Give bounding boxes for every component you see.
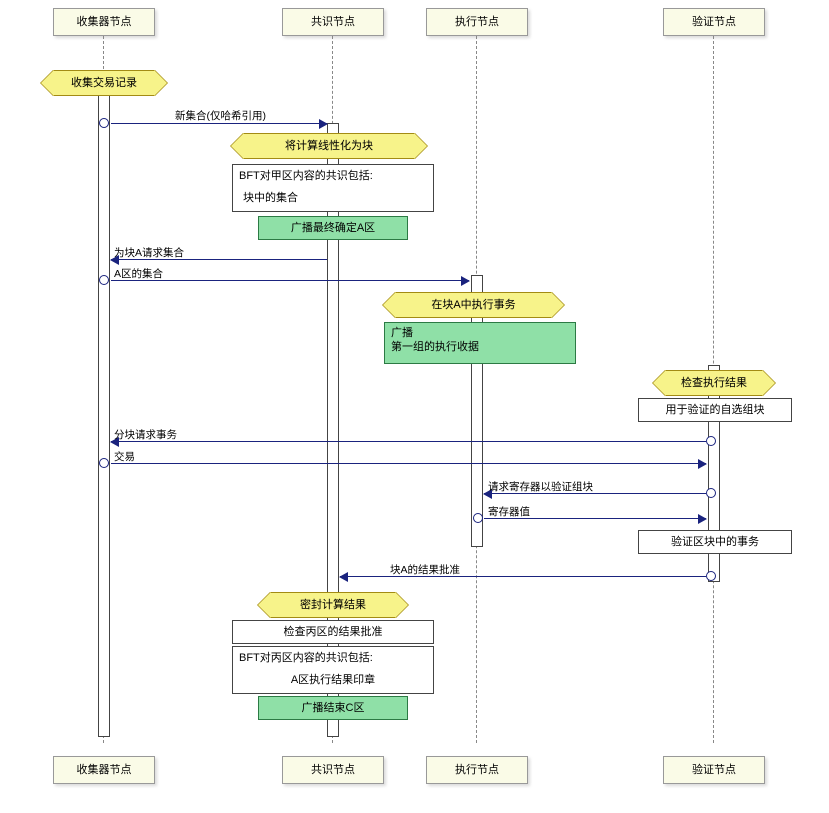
note-broadcast-l2: 第一组的执行收据 (391, 340, 569, 354)
activity-linearize: 将计算线性化为块 (243, 133, 415, 159)
activity-seal-result: 密封计算结果 (270, 592, 396, 618)
note-broadcast-a: 广播最终确定A区 (258, 216, 408, 240)
arrow-tx (111, 463, 706, 464)
participant-header-collector: 收集器节点 (53, 8, 155, 36)
arrow-set-a (111, 280, 469, 281)
note-broadcast-receipt: 广播 第一组的执行收据 (384, 322, 576, 364)
msg-reg-val: 寄存器值 (488, 504, 530, 519)
msg-new-set: 新集合(仅哈希引用) (175, 108, 266, 123)
note-bft-a: BFT对甲区内容的共识包括: 块中的集合 (232, 164, 434, 212)
participant-footer-execution: 执行节点 (426, 756, 528, 784)
note-bft-a-line1: BFT对甲区内容的共识包括: (239, 169, 427, 183)
note-bft-a-line2: 块中的集合 (239, 191, 427, 205)
msg-req-reg: 请求寄存器以验证组块 (488, 479, 593, 494)
participant-header-consensus: 共识节点 (282, 8, 384, 36)
participant-header-execution: 执行节点 (426, 8, 528, 36)
participant-footer-collector: 收集器节点 (53, 756, 155, 784)
activity-exec-in-a: 在块A中执行事务 (395, 292, 552, 318)
note-check-c: 检查丙区的结果批准 (232, 620, 434, 644)
msg-req-set-a: 为块A请求集合 (114, 245, 184, 260)
note-broadcast-l1: 广播 (391, 326, 569, 340)
sequence-diagram: 收集器节点 共识节点 执行节点 验证节点 收集交易记录 新集合(仅哈希引用) 将… (0, 0, 829, 813)
note-verify-tx: 验证区块中的事务 (638, 530, 792, 554)
msg-tx: 交易 (114, 449, 135, 464)
note-bft-c-line2: A区执行结果印章 (239, 673, 427, 687)
activity-collect-tx: 收集交易记录 (53, 70, 155, 96)
participant-footer-consensus: 共识节点 (282, 756, 384, 784)
note-broadcast-c: 广播结束C区 (258, 696, 408, 720)
arrow-new-set (111, 123, 327, 124)
activation-collector (98, 95, 110, 737)
msg-req-tx-chunk: 分块请求事务 (114, 427, 177, 442)
note-bft-c-line1: BFT对丙区内容的共识包括: (239, 651, 427, 665)
note-bft-c: BFT对丙区内容的共识包括: A区执行结果印章 (232, 646, 434, 694)
activity-check-exec: 检查执行结果 (665, 370, 763, 396)
participant-footer-verify: 验证节点 (663, 756, 765, 784)
msg-set-a: A区的集合 (114, 266, 163, 281)
note-self-select: 用于验证的自选组块 (638, 398, 792, 422)
msg-approve-a: 块A的结果批准 (390, 562, 460, 577)
arrow-req-tx-chunk (111, 441, 706, 442)
participant-header-verify: 验证节点 (663, 8, 765, 36)
